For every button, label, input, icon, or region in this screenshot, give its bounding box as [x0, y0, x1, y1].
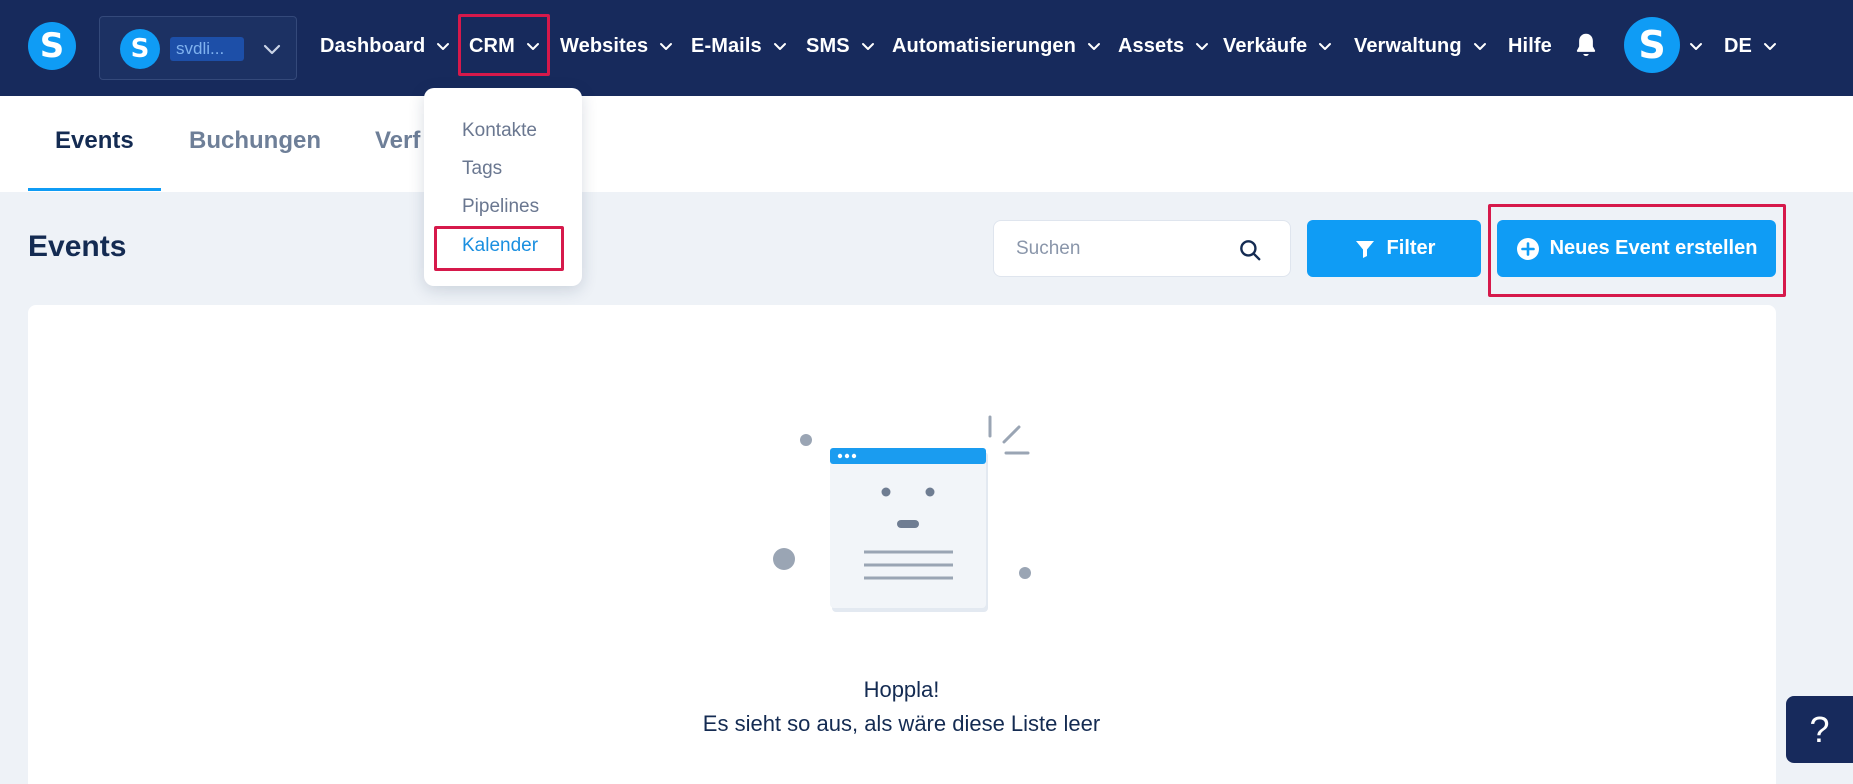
- nav-help[interactable]: Hilfe: [1508, 28, 1552, 64]
- top-navigation-bar: S S svdli... Dashboard CRM Websites E-Ma…: [0, 0, 1853, 96]
- menu-item-contacts[interactable]: Kontakte: [462, 120, 537, 142]
- nav-sales-label: Verkäufe: [1223, 34, 1308, 57]
- menu-item-tags[interactable]: Tags: [462, 158, 502, 180]
- search-box: [993, 220, 1291, 277]
- search-icon[interactable]: [1237, 237, 1263, 263]
- nav-sms-label: SMS: [806, 34, 850, 57]
- tab-availability[interactable]: Verf: [375, 127, 420, 155]
- chevron-down-icon: [1087, 43, 1100, 50]
- active-tab-indicator: [28, 188, 161, 191]
- nav-dashboard[interactable]: Dashboard: [320, 28, 451, 64]
- nav-assets-label: Assets: [1118, 34, 1185, 57]
- chevron-down-icon: [1319, 43, 1332, 50]
- workspace-switcher[interactable]: S svdli...: [99, 16, 297, 80]
- nav-help-label: Hilfe: [1508, 34, 1552, 57]
- chevron-down-icon: [660, 43, 673, 50]
- new-event-highlight-box: [1488, 204, 1786, 297]
- nav-assets[interactable]: Assets: [1118, 28, 1210, 64]
- empty-state-message: Es sieht so aus, als wäre diese Liste le…: [702, 711, 1101, 736]
- empty-state-title: Hoppla!: [863, 677, 940, 702]
- nav-emails-label: E-Mails: [691, 34, 762, 57]
- nav-emails[interactable]: E-Mails: [691, 28, 788, 64]
- nav-sales[interactable]: Verkäufe: [1223, 28, 1333, 64]
- help-button[interactable]: ?: [1786, 696, 1853, 763]
- chevron-down-icon: [1763, 43, 1776, 50]
- nav-websites-label: Websites: [560, 34, 649, 57]
- tab-bookings[interactable]: Buchungen: [189, 127, 321, 155]
- chevron-down-icon: [263, 44, 281, 55]
- page-title: Events: [28, 230, 127, 263]
- workspace-avatar: S: [120, 29, 160, 69]
- nav-automations-label: Automatisierungen: [892, 34, 1076, 57]
- chevron-down-icon: [1196, 43, 1209, 50]
- filter-button-label: Filter: [1386, 237, 1436, 259]
- calendar-highlight-box: [434, 226, 564, 271]
- nav-websites[interactable]: Websites: [560, 28, 674, 64]
- filter-icon: [1355, 240, 1374, 258]
- nav-admin[interactable]: Verwaltung: [1354, 28, 1488, 64]
- app-logo[interactable]: S: [28, 22, 76, 70]
- nav-sms[interactable]: SMS: [806, 28, 876, 64]
- menu-item-pipelines[interactable]: Pipelines: [462, 196, 539, 218]
- bell-icon[interactable]: [1571, 30, 1601, 60]
- crm-highlight-box: [458, 14, 550, 76]
- chevron-down-icon: [773, 43, 786, 50]
- nav-admin-label: Verwaltung: [1354, 34, 1462, 57]
- language-label: DE: [1724, 34, 1752, 57]
- chevron-down-icon: [1473, 43, 1486, 50]
- chevron-down-icon: [861, 43, 874, 50]
- empty-list-illustration: [773, 415, 1031, 612]
- workspace-name: svdli...: [170, 37, 244, 61]
- chevron-down-icon: [437, 43, 450, 50]
- tab-events[interactable]: Events: [55, 127, 134, 155]
- nav-automations[interactable]: Automatisierungen: [892, 28, 1102, 64]
- nav-dashboard-label: Dashboard: [320, 34, 426, 57]
- search-input[interactable]: [1016, 235, 1236, 263]
- language-switcher[interactable]: DE: [1724, 28, 1778, 64]
- chevron-down-icon[interactable]: [1688, 38, 1704, 54]
- filter-button[interactable]: Filter: [1307, 220, 1481, 277]
- user-avatar[interactable]: S: [1624, 17, 1680, 73]
